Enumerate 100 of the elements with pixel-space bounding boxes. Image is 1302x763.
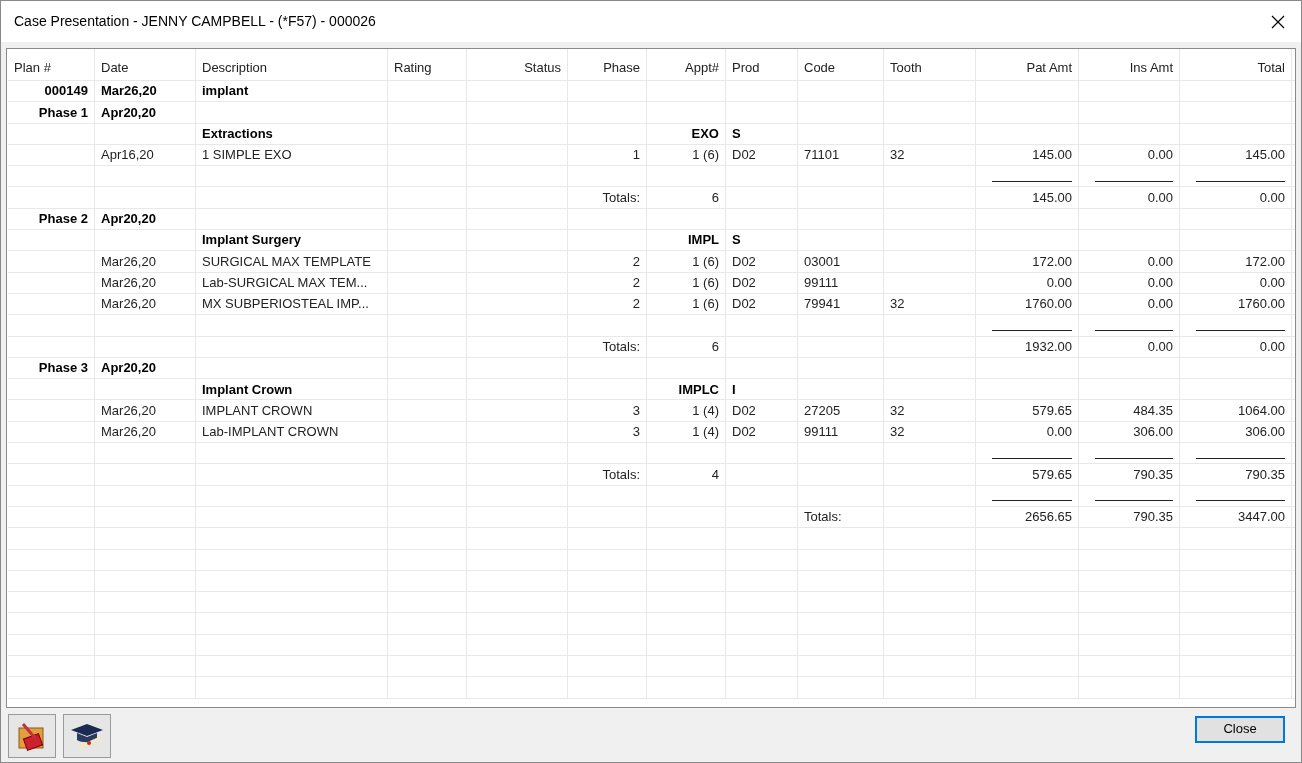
table-cell-text: 32 [890,401,905,420]
table-cell-text: 790.35 [1133,465,1173,484]
column-header[interactable]: Tooth [890,58,922,78]
column-header[interactable]: Prod [732,58,760,78]
table-cell-text: 145.00 [1032,188,1072,207]
table-cell-text: Mar26,20 [101,423,156,442]
column-header[interactable]: Pat Amt [1026,58,1072,78]
table-cell-text: Mar26,20 [101,274,156,293]
table-cell-text: 579.65 [1032,465,1072,484]
table-cell-text: 1 (6) [692,252,719,271]
table-cell-text: 32 [890,423,905,442]
table-cell-text: Implant Crown [202,380,293,399]
table-cell-text: 99111 [804,423,839,442]
table-cell-text: 0.00 [1147,188,1173,207]
table-cell-text: 306.00 [1133,423,1173,442]
table-cell-text: Mar26,20 [101,401,156,420]
folder-pencil-icon[interactable] [8,714,56,758]
table-cell-text: IMPLC [678,380,719,399]
table-cell-text: Mar26,20 [101,82,157,101]
table-cell-text: 0.00 [1259,337,1285,356]
table-cell-text: Phase 1 [38,103,88,122]
table-cell-text: Totals: [602,337,640,356]
close-button[interactable]: Close [1195,715,1285,743]
table-cell-text: 0.00 [1046,423,1072,442]
table-cell-text: 579.65 [1032,401,1072,420]
table-cell-text: SURGICAL MAX TEMPLATE [202,252,371,271]
table-cell-text: 2 [632,274,640,293]
column-header[interactable]: Code [804,58,836,78]
table-cell-text: implant [202,82,249,101]
table-cell-text: D02 [732,274,756,293]
table-cell-text: Lab-IMPLANT CROWN [202,423,339,442]
table-cell-text: 306.00 [1245,423,1285,442]
table-cell-text: 32 [890,295,905,314]
table-cell-text: 0.00 [1147,295,1173,314]
table-cell-text: 000149 [44,82,88,101]
table-cell-text: Implant Surgery [202,231,301,250]
table-cell-text: 145.00 [1032,146,1072,165]
table-cell-text: 0.00 [1259,274,1285,293]
column-header[interactable]: Total [1257,58,1285,78]
table-cell-text: Apr20,20 [101,103,156,122]
table-cell-text: Apr20,20 [101,359,156,378]
graduation-cap-icon[interactable] [63,714,111,758]
table-cell-text: 1 SIMPLE EXO [202,146,292,165]
table-cell-text: 0.00 [1147,252,1173,271]
table-cell-text: 0.00 [1046,274,1072,293]
table-cell-text: 0.00 [1147,146,1173,165]
table-cell-text: 1760.00 [1025,295,1072,314]
table-cell-text: I [732,380,736,399]
table-cell-text: 6 [711,188,719,207]
table-cell-text: 790.35 [1133,508,1173,527]
table-cell-text: Mar26,20 [101,295,156,314]
table-cell-text: Extractions [202,125,273,143]
table-cell-text: 2656.65 [1025,508,1072,527]
table-cell-text: Totals: [602,465,640,484]
column-header[interactable]: Phase [603,58,640,78]
table-cell-text: Totals: [804,508,842,527]
table-cell-text: 03001 [804,252,841,271]
table-cell-text: 1 (4) [692,423,719,442]
table-cell-text: Phase 3 [38,359,88,378]
window-title: Case Presentation - JENNY CAMPBELL - (*F57) - 000026 [14,12,376,31]
table-cell-text: 1 (6) [692,274,719,293]
table-cell-text: MX SUBPERIOSTEAL IMP... [202,295,369,314]
table-cell-text: 3 [632,423,640,442]
table-cell-text: D02 [732,252,756,271]
table-cell-text: 1760.00 [1238,295,1285,314]
table-cell-text: 3447.00 [1238,508,1285,527]
table-cell-text: 1 [632,146,640,165]
table-cell-text: 27205 [804,401,841,420]
table-cell-text: D02 [732,401,756,420]
table-cell-text: S [732,125,741,143]
column-header[interactable]: Rating [394,58,432,78]
table-cell-text: Totals: [602,188,640,207]
table-cell-text: D02 [732,295,756,314]
table-cell-text: Lab-SURGICAL MAX TEM... [202,274,368,293]
table-cell-text: 1 (4) [692,401,719,420]
table-cell-text: IMPLANT CROWN [202,401,313,420]
table-cell-text: 79941 [804,295,841,314]
table-cell-text: Mar26,20 [101,252,156,271]
table-cell-text: 1064.00 [1238,401,1285,420]
table-cell-text: 3 [632,401,640,420]
table-cell-text: 1932.00 [1025,337,1072,356]
table-cell-text: 6 [711,337,719,356]
table-cell-text: 1 (6) [692,146,719,165]
table-cell-text: 0.00 [1147,274,1173,293]
table-cell-text: 4 [711,465,719,484]
column-header[interactable]: Appt# [685,58,719,78]
table-cell-text: 71101 [804,146,840,165]
column-header[interactable]: Status [524,58,561,78]
column-header[interactable]: Description [202,58,268,78]
table-cell-text: 1 (6) [692,295,719,314]
table-cell-text: 2 [632,252,640,271]
table-cell-text: EXO [691,125,719,143]
table-cell-text: 790.35 [1245,465,1285,484]
table-cell-text: D02 [732,423,756,442]
column-header[interactable]: Plan # [14,58,51,78]
table-cell-text: Apr16,20 [101,146,154,165]
table-cell-text: 172.00 [1245,252,1285,271]
column-header[interactable]: Ins Amt [1129,58,1173,78]
table-cell-text: 0.00 [1259,188,1285,207]
column-header[interactable]: Date [101,58,129,78]
